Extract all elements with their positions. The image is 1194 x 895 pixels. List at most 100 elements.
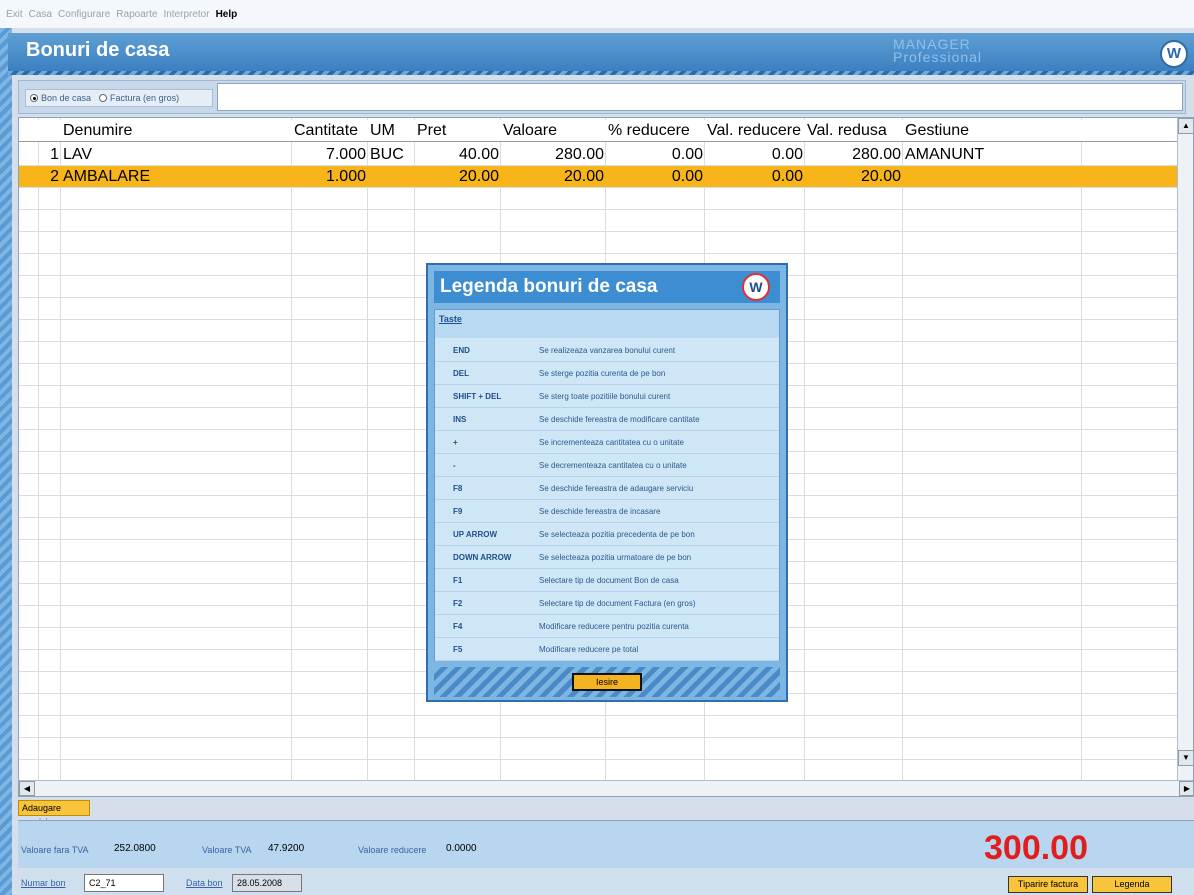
scroll-up-arrow-icon[interactable]: ▲ xyxy=(1178,118,1193,134)
legend-key: F1 xyxy=(453,576,463,585)
legend-logo-icon: W xyxy=(742,273,770,301)
left-decor-stripe xyxy=(0,28,12,895)
legend-key: INS xyxy=(453,415,467,424)
menu-bar: Exit Casa Configurare Rapoarte Interpret… xyxy=(0,0,1194,28)
add-service-button[interactable]: Adaugare serviciu xyxy=(18,800,90,827)
column-header[interactable]: Denumire xyxy=(63,120,132,142)
cell-denumire: LAV xyxy=(63,146,93,163)
legend-key: F4 xyxy=(453,622,463,631)
label-numar-bon: Numar bon xyxy=(21,878,66,888)
val-reducere: 0.0000 xyxy=(446,843,477,854)
legend-desc: Se deschide fereastra de incasare xyxy=(539,507,661,516)
radio-dot-selected[interactable] xyxy=(30,94,38,102)
legend-desc: Selectare tip de document Bon de casa xyxy=(539,576,679,585)
menu-rapoarte[interactable]: Rapoarte xyxy=(116,9,157,20)
menu-exit[interactable]: Exit xyxy=(6,9,23,20)
radio-factura[interactable]: Factura (en gros) xyxy=(99,93,179,103)
vertical-scrollbar[interactable]: ▲ ▼ xyxy=(1177,118,1193,782)
cell-val_reducere: 0.00 xyxy=(771,168,803,185)
legend-desc: Se sterg toate pozitiile bonului curent xyxy=(539,392,671,401)
brand-line-2: Professional xyxy=(893,49,983,65)
app-logo-icon: W xyxy=(1160,40,1188,68)
window-title: Bonuri de casa xyxy=(26,39,170,61)
val-tva: 47.9200 xyxy=(268,843,305,854)
legend-header: Taste xyxy=(435,310,779,338)
column-header[interactable]: % reducere xyxy=(608,120,690,142)
column-header[interactable]: Valoare xyxy=(503,120,557,142)
legend-desc: Se deschide fereastra de adaugare servic… xyxy=(539,484,694,493)
column-header[interactable]: Val. redusa xyxy=(807,120,887,142)
radio-dot[interactable] xyxy=(99,94,108,102)
table-row[interactable] xyxy=(19,188,1179,210)
cell-denumire: AMBALARE xyxy=(63,168,151,185)
label-val-fara-tva: Valoare fara TVA xyxy=(21,845,89,855)
footer-bar: Numar bon C2_71 Data bon 28.05.2008 Tipa… xyxy=(18,871,1194,895)
table-row[interactable]: 2 AMBALARE 1.000 20.00 20.00 0.00 0.00 20.00 xyxy=(19,166,1179,188)
legend-desc: Se sterge pozitia curenta de pe bon xyxy=(539,369,666,378)
numar-bon-field[interactable]: C2_71 xyxy=(84,874,164,892)
print-invoice-button[interactable]: Tiparire factura xyxy=(1008,876,1088,893)
legend-desc: Modificare reducere pentru pozitia curen… xyxy=(539,622,689,631)
iesire-button[interactable]: Iesire xyxy=(572,673,642,691)
column-header[interactable]: Val. reducere xyxy=(707,120,801,142)
legend-row: + Se incrementeaza cantitatea cu o unitat… xyxy=(435,432,779,454)
legend-key: DOWN ARROW xyxy=(453,553,512,562)
table-row[interactable] xyxy=(19,716,1179,738)
column-header[interactable]: Gestiune xyxy=(905,120,969,142)
legend-key: UP ARROW xyxy=(453,530,497,539)
doc-type-radios: Bon de casa Factura (en gros) xyxy=(25,89,213,107)
legend-footer: Iesire xyxy=(434,667,780,697)
legend-button[interactable]: Legenda xyxy=(1092,876,1172,893)
legend-row: F1 Selectare tip de document Bon de casa xyxy=(435,570,779,592)
table-row[interactable] xyxy=(19,232,1179,254)
legend-key: F2 xyxy=(453,599,463,608)
doc-type-bar: Bon de casa Factura (en gros) xyxy=(18,80,1186,114)
total-amount: 300.00 xyxy=(984,829,1088,867)
legend-key: + xyxy=(453,438,458,447)
column-header[interactable]: Cantitate xyxy=(294,120,358,142)
scroll-left-arrow-icon[interactable]: ◀ xyxy=(19,781,35,796)
legend-desc: Se selecteaza pozitia precedenta de pe b… xyxy=(539,530,695,539)
legend-key: - xyxy=(453,461,456,470)
cell-um: BUC xyxy=(370,146,404,163)
legend-row: F2 Selectare tip de document Factura (en … xyxy=(435,593,779,615)
legend-desc: Modificare reducere pe total xyxy=(539,645,639,654)
table-row[interactable]: 1 LAV 7.000 BUC 40.00 280.00 0.00 0.00 280.00 AMA… xyxy=(19,144,1179,166)
column-header[interactable]: Pret xyxy=(417,120,446,142)
radio-bon-label: Bon de casa xyxy=(41,93,92,103)
doc-info-field[interactable] xyxy=(217,83,1183,111)
menu-casa[interactable]: Casa xyxy=(29,9,52,20)
legend-row: END Se realizeaza vanzarea bonului curent xyxy=(435,340,779,362)
data-bon-field[interactable]: 28.05.2008 xyxy=(232,874,302,892)
menu-interpretor[interactable]: Interpretor xyxy=(163,9,209,20)
table-row[interactable] xyxy=(19,760,1179,782)
legend-row: - Se decrementeaza cantitatea cu o unitat… xyxy=(435,455,779,477)
legend-desc: Se incrementeaza cantitatea cu o unitate xyxy=(539,438,684,447)
legend-key: F8 xyxy=(453,484,463,493)
menu-help[interactable]: Help xyxy=(216,9,238,20)
legend-row: F5 Modificare reducere pe total xyxy=(435,639,779,661)
cell-val_redusa: 280.00 xyxy=(852,146,901,163)
menu-configurare[interactable]: Configurare xyxy=(58,9,110,20)
cell-nr: 1 xyxy=(50,146,59,163)
table-row[interactable] xyxy=(19,210,1179,232)
radio-bon-de-casa[interactable]: Bon de casa xyxy=(30,93,91,103)
cell-reducere_pct: 0.00 xyxy=(671,168,703,185)
banner-stripe xyxy=(8,71,1194,75)
cell-cantitate: 7.000 xyxy=(325,146,366,163)
legend-row: F4 Modificare reducere pentru pozitia cur… xyxy=(435,616,779,638)
legend-key: SHIFT + DEL xyxy=(453,392,502,401)
legend-desc: Selectare tip de document Factura (en gr… xyxy=(539,599,696,608)
scroll-down-arrow-icon[interactable]: ▼ xyxy=(1178,750,1193,766)
column-header[interactable]: UM xyxy=(370,120,395,142)
scroll-right-arrow-icon[interactable]: ▶ xyxy=(1179,781,1193,796)
legend-desc: Se deschide fereastra de modificare cant… xyxy=(539,415,700,424)
legend-row: UP ARROW Se selecteaza pozitia precedenta… xyxy=(435,524,779,546)
radio-factura-label: Factura (en gros) xyxy=(110,93,180,103)
table-row[interactable] xyxy=(19,738,1179,760)
legend-key: F9 xyxy=(453,507,463,516)
legend-body: Taste END Se realizeaza vanzarea bonului … xyxy=(434,309,780,661)
legend-key: DEL xyxy=(453,369,469,378)
legend-key: END xyxy=(453,346,470,355)
horizontal-scrollbar[interactable]: ◀ ▶ xyxy=(19,780,1193,796)
